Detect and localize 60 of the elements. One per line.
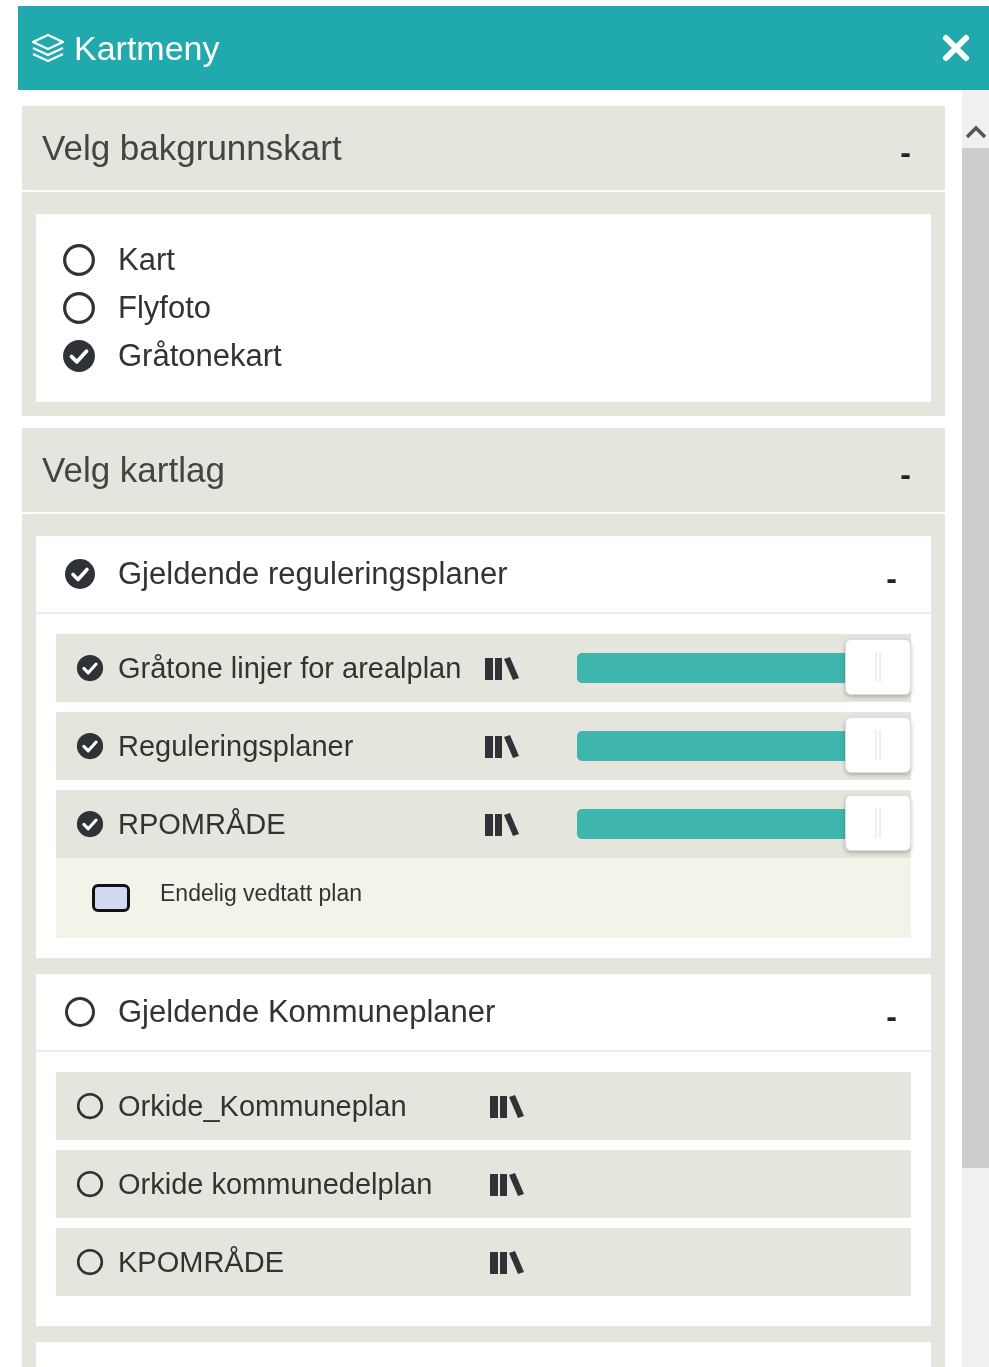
group-title: Gjeldende reguleringsplaner: [118, 556, 509, 592]
collapse-button[interactable]: -: [896, 133, 915, 171]
collapse-button[interactable]: -: [882, 559, 901, 597]
books-icon[interactable]: [484, 656, 519, 680]
books-icon[interactable]: [490, 1172, 524, 1196]
collapse-button[interactable]: -: [882, 997, 901, 1035]
empty-circle-icon[interactable]: [76, 1170, 104, 1198]
layer-name: Orkide kommunedelplan: [118, 1167, 434, 1201]
books-icon[interactable]: [484, 812, 519, 836]
empty-circle-icon[interactable]: [64, 996, 96, 1028]
scrollbar-thumb[interactable]: [962, 148, 989, 1168]
basemap-option[interactable]: Gråtonekart: [62, 338, 905, 374]
slider-handle[interactable]: [845, 639, 911, 695]
books-icon[interactable]: [484, 734, 519, 758]
books-icon[interactable]: [490, 1250, 524, 1274]
books-icon[interactable]: [490, 1094, 524, 1118]
checked-circle-icon[interactable]: [76, 732, 104, 760]
layer-name: RPOMRÅDE: [118, 807, 287, 841]
section-title: Velg kartlag: [42, 450, 225, 490]
layer-row[interactable]: KPOMRÅDE: [56, 1228, 911, 1296]
option-label: Kart: [118, 242, 175, 278]
checked-circle-icon[interactable]: [62, 339, 96, 373]
slider-handle[interactable]: [845, 795, 911, 851]
legend-label: Endelig vedtatt plan: [160, 879, 363, 907]
layer-row[interactable]: Orkide kommunedelplan: [56, 1150, 911, 1218]
empty-circle-icon[interactable]: [62, 291, 96, 325]
scroll-up-icon[interactable]: [964, 124, 987, 140]
checked-circle-icon[interactable]: [64, 558, 96, 590]
layer-row[interactable]: Orkide_Kommuneplan: [56, 1072, 911, 1140]
option-label: Flyfoto: [118, 290, 212, 326]
group-title: Gjeldende Kommuneplaner: [118, 994, 497, 1030]
basemap-option[interactable]: Flyfoto: [62, 290, 905, 326]
layer-name: KPOMRÅDE: [118, 1245, 285, 1279]
panel-title: Kartmeny: [74, 28, 221, 68]
group-header[interactable]: Gjeldende Kommuneplaner -: [36, 974, 931, 1052]
checked-circle-icon[interactable]: [76, 654, 104, 682]
option-label: Gråtonekart: [118, 338, 282, 374]
layer-name: Reguleringsplaner: [118, 729, 355, 763]
layer-row[interactable]: Gråtone linjer for arealplan: [56, 634, 911, 702]
group-header[interactable]: Gjeldende reguleringsplaner -: [36, 536, 931, 614]
layer-row[interactable]: RPOMRÅDE: [56, 790, 911, 858]
section-header[interactable]: Velg kartlag -: [22, 428, 945, 514]
scrollbar[interactable]: [962, 90, 989, 1367]
section-title: Velg bakgrunnskart: [42, 128, 342, 168]
slider-handle[interactable]: [845, 717, 911, 773]
empty-circle-icon[interactable]: [76, 1248, 104, 1276]
opacity-slider[interactable]: [576, 795, 911, 853]
layer-row[interactable]: Reguleringsplaner: [56, 712, 911, 780]
empty-circle-icon[interactable]: [62, 243, 96, 277]
opacity-slider[interactable]: [576, 717, 911, 775]
layer-name: Gråtone linjer for arealplan: [118, 651, 463, 685]
empty-circle-icon[interactable]: [76, 1092, 104, 1120]
collapse-button[interactable]: -: [896, 455, 915, 493]
opacity-slider[interactable]: [576, 639, 911, 697]
layers-icon: [30, 32, 66, 64]
close-icon[interactable]: [941, 33, 971, 63]
layer-name: Orkide_Kommuneplan: [118, 1089, 408, 1123]
checked-circle-icon[interactable]: [76, 810, 104, 838]
section-header[interactable]: Velg bakgrunnskart -: [22, 106, 945, 192]
basemap-option[interactable]: Kart: [62, 242, 905, 278]
